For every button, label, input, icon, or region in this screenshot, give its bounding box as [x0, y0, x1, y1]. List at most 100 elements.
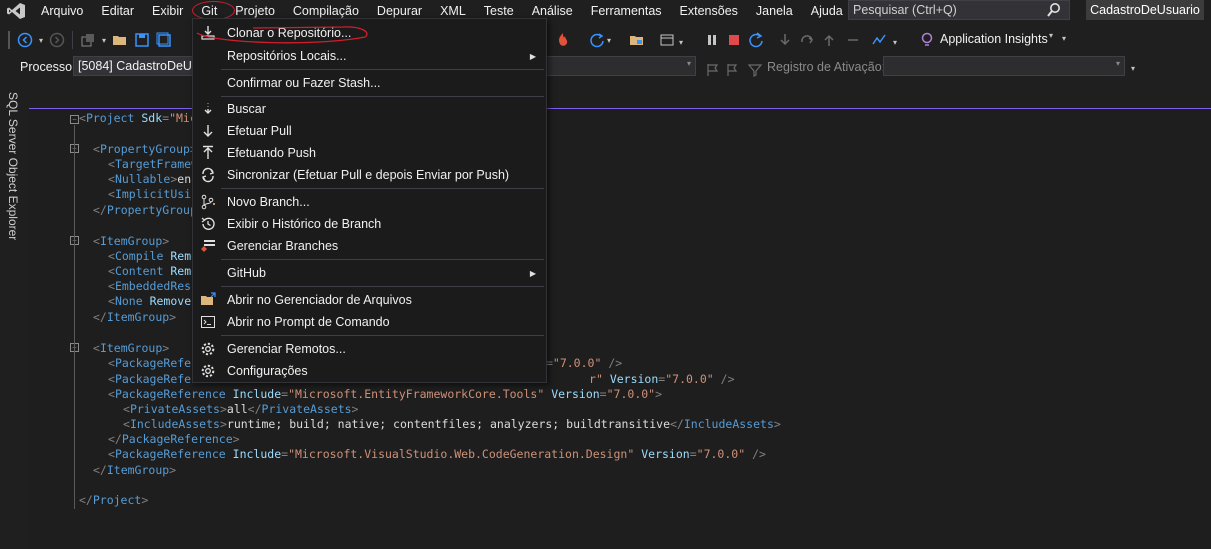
chevron-down-icon[interactable]: ▾ — [99, 29, 109, 51]
menu-exibir[interactable]: Exibir — [143, 0, 192, 22]
menu-ajuda[interactable]: Ajuda — [802, 0, 852, 22]
menu-item-commit-stash[interactable]: Confirmar ou Fazer Stash... — [193, 72, 546, 94]
chevron-down-icon[interactable]: ▾ — [890, 31, 900, 53]
toolbar-separator — [72, 31, 73, 49]
code-line: </ItemGroup> — [93, 310, 177, 324]
menu-janela[interactable]: Janela — [747, 0, 802, 22]
save-all-icon[interactable] — [153, 29, 175, 51]
forward-icon[interactable] — [46, 29, 68, 51]
search-icon — [1047, 2, 1061, 21]
chevron-down-icon[interactable]: ▾ — [1049, 31, 1053, 40]
submenu-arrow-icon: ▶ — [529, 268, 536, 278]
chevron-down-icon: ▾ — [686, 59, 691, 68]
menu-item-pull[interactable]: Efetuar Pull — [193, 120, 546, 142]
menu-item-push[interactable]: Efetuando Push — [193, 142, 546, 164]
menu-item-github[interactable]: GitHub ▶ — [193, 262, 546, 284]
code-line: <IncludeAssets>runtime; build; native; c… — [123, 417, 781, 431]
search-placeholder: Pesquisar (Ctrl+Q) — [853, 3, 957, 17]
restart-debug-icon[interactable] — [745, 29, 767, 51]
code-line: </Project> — [79, 493, 149, 507]
code-line-tail: r" Version="7.0.0" /> — [589, 372, 735, 386]
debug-location-toolbar: Processo: [5084] CadastroDeUsuario ▾ Reg… — [0, 54, 1211, 80]
manage-branches-icon — [199, 237, 217, 255]
file-explorer-icon[interactable] — [626, 29, 648, 51]
stop-icon[interactable] — [723, 29, 745, 51]
code-line: <ItemGroup> — [93, 234, 170, 248]
menu-item-manage-branches[interactable]: Gerenciar Branches — [193, 235, 546, 257]
flag-threads-icon[interactable] — [722, 59, 744, 81]
code-line: <Content Remo — [108, 264, 199, 278]
fetch-icon — [199, 100, 217, 118]
code-line: <PackageReference Include="Microsoft.Ent… — [108, 387, 663, 401]
annotation-underline — [196, 26, 368, 44]
new-project-icon[interactable] — [77, 29, 99, 51]
flag-icon[interactable] — [702, 59, 724, 81]
menu-arquivo[interactable]: Arquivo — [32, 0, 92, 22]
code-line-tail: n="7.0.0" /> — [539, 356, 623, 370]
menu-separator — [221, 335, 544, 336]
indent-guide — [74, 125, 75, 509]
code-line: <PackageRefere — [108, 356, 205, 370]
menu-separator — [221, 259, 544, 260]
hot-reload-icon[interactable] — [552, 29, 574, 51]
code-line: <Compile Remo — [108, 249, 199, 263]
toolbar-grip[interactable] — [8, 31, 10, 49]
step-out-icon[interactable] — [818, 29, 840, 51]
code-line: </PropertyGroup — [93, 203, 197, 217]
diagnostic-tools-icon[interactable] — [868, 29, 890, 51]
menu-item-open-file-explorer[interactable]: Abrir no Gerenciador de Arquivos — [193, 289, 546, 311]
history-icon — [199, 215, 217, 233]
menu-extensoes[interactable]: Extensões — [671, 0, 747, 22]
toolbar-overflow-icon[interactable]: ▾ — [1062, 34, 1066, 43]
back-icon[interactable] — [14, 29, 36, 51]
filter-icon[interactable] — [744, 59, 766, 81]
code-line: <ItemGroup> — [93, 341, 170, 355]
code-line: </PackageReference> — [108, 432, 240, 446]
code-line: <ImplicitUsin — [108, 187, 199, 201]
code-line: <PropertyGroup> — [93, 142, 197, 156]
menu-item-fetch[interactable]: Buscar — [193, 98, 546, 120]
menu-item-manage-remotes[interactable]: Gerenciar Remotos... — [193, 338, 546, 360]
thread-select[interactable]: ▾ — [546, 56, 696, 76]
code-line: <TargetFramew — [108, 157, 199, 171]
search-input[interactable]: Pesquisar (Ctrl+Q) — [848, 0, 1070, 20]
menu-editar[interactable]: Editar — [92, 0, 143, 22]
step-over-icon[interactable] — [796, 29, 818, 51]
code-line: <Project Sdk="Mic — [79, 111, 197, 125]
menu-item-new-branch[interactable]: Novo Branch... — [193, 191, 546, 213]
sync-icon — [199, 166, 217, 184]
chevron-down-icon[interactable]: ▾ — [676, 31, 686, 53]
process-select[interactable]: [5084] CadastroDeUsuario — [73, 56, 194, 76]
code-line: <PrivateAssets>all</PrivateAssets> — [123, 402, 359, 416]
stack-frame-select[interactable]: ▾ — [883, 56, 1125, 76]
menu-separator — [221, 188, 544, 189]
activation-record-label: Registro de Ativação: — [767, 60, 886, 74]
git-menu-dropdown: Clonar o Repositório... Repositórios Loc… — [192, 18, 547, 383]
save-icon[interactable] — [131, 29, 153, 51]
pause-icon[interactable] — [701, 29, 723, 51]
code-line: <EmbeddedReso — [108, 279, 199, 293]
gear-icon — [199, 362, 217, 380]
window-layout-icon[interactable] — [656, 29, 678, 51]
step-into-icon[interactable] — [774, 29, 796, 51]
project-name-badge[interactable]: CadastroDeUsuario — [1086, 0, 1204, 20]
fold-toggle[interactable]: − — [70, 115, 79, 124]
show-next-statement-icon[interactable] — [842, 29, 864, 51]
menu-ferramentas[interactable]: Ferramentas — [582, 0, 671, 22]
toolbar-overflow-icon[interactable]: ▾ — [1131, 64, 1135, 73]
sql-server-object-explorer-tab[interactable]: SQL Server Object Explorer — [6, 92, 20, 240]
chevron-down-icon[interactable]: ▾ — [36, 29, 46, 51]
submenu-arrow-icon: ▶ — [529, 51, 536, 61]
menu-separator — [221, 69, 544, 70]
menu-item-settings[interactable]: Configurações — [193, 360, 546, 382]
code-line: <Nullable>ena — [108, 172, 199, 186]
menu-item-branch-history[interactable]: Exibir o Histórico de Branch — [193, 213, 546, 235]
menu-item-sync[interactable]: Sincronizar (Efetuar Pull e depois Envia… — [193, 164, 546, 186]
visual-studio-logo-icon[interactable] — [0, 0, 32, 22]
open-folder-icon[interactable] — [109, 29, 131, 51]
application-insights-label[interactable]: Application Insights — [940, 32, 1048, 46]
code-line: <PackageRefere — [108, 372, 205, 386]
chevron-down-icon[interactable]: ▾ — [604, 29, 614, 51]
lightbulb-icon[interactable] — [916, 29, 938, 51]
menu-item-open-command-prompt[interactable]: Abrir no Prompt de Comando — [193, 311, 546, 333]
